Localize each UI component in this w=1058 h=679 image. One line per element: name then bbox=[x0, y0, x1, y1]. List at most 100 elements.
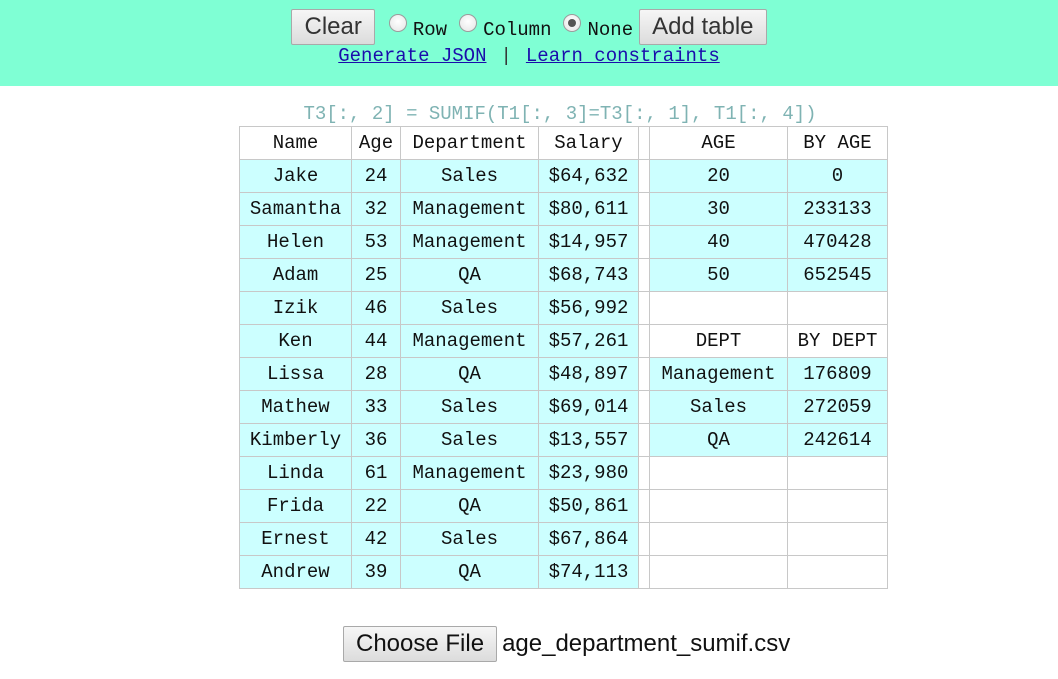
empty-cell[interactable] bbox=[649, 489, 788, 523]
column-header[interactable]: BY AGE bbox=[787, 126, 888, 160]
learn-constraints-link[interactable]: Learn constraints bbox=[526, 45, 720, 67]
table-row: Frida 22 QA $50,861 bbox=[239, 489, 888, 523]
table-cell[interactable]: $74,113 bbox=[538, 555, 639, 589]
table-cell[interactable]: Management bbox=[400, 456, 539, 490]
radio-row-circle[interactable] bbox=[388, 14, 407, 32]
table-cell[interactable]: Andrew bbox=[239, 555, 352, 589]
column-header[interactable]: Salary bbox=[538, 126, 639, 160]
table-row: Ken 44 Management $57,261 DEPT BY DEPT bbox=[239, 324, 888, 358]
empty-cell[interactable] bbox=[787, 456, 888, 490]
table-cell[interactable]: Mathew bbox=[239, 390, 352, 424]
table-cell[interactable]: $56,992 bbox=[538, 291, 639, 325]
table-cell[interactable]: 0 bbox=[787, 159, 888, 193]
table-cell[interactable]: Sales bbox=[400, 390, 539, 424]
table-cell[interactable]: 22 bbox=[351, 489, 401, 523]
column-header[interactable]: AGE bbox=[649, 126, 788, 160]
choose-file-button[interactable]: Choose File bbox=[343, 626, 498, 662]
clear-button[interactable]: Clear bbox=[291, 9, 375, 45]
radio-none-circle[interactable] bbox=[563, 14, 582, 32]
table-cell[interactable]: Management bbox=[400, 225, 539, 259]
empty-cell[interactable] bbox=[649, 522, 788, 556]
table-cell[interactable]: Adam bbox=[239, 258, 352, 292]
table-cell[interactable]: 36 bbox=[351, 423, 401, 457]
table-cell[interactable]: 176809 bbox=[787, 357, 888, 391]
column-header[interactable]: Department bbox=[400, 126, 539, 160]
radio-column-circle[interactable] bbox=[459, 14, 478, 32]
table-cell[interactable]: 272059 bbox=[787, 390, 888, 424]
table-cell[interactable]: $48,897 bbox=[538, 357, 639, 391]
table-cell[interactable]: 652545 bbox=[787, 258, 888, 292]
table-cell[interactable]: 470428 bbox=[787, 225, 888, 259]
table-cell[interactable]: 28 bbox=[351, 357, 401, 391]
table-cell[interactable]: Sales bbox=[400, 159, 539, 193]
table-cell[interactable]: Kimberly bbox=[239, 423, 352, 457]
table-cell[interactable]: 24 bbox=[351, 159, 401, 193]
table-cell[interactable]: Sales bbox=[649, 390, 788, 424]
table-cell[interactable]: $69,014 bbox=[538, 390, 639, 424]
table-cell[interactable]: Sales bbox=[400, 522, 539, 556]
table-cell[interactable]: $50,861 bbox=[538, 489, 639, 523]
generate-json-link[interactable]: Generate JSON bbox=[338, 45, 486, 67]
table-cell[interactable]: 233133 bbox=[787, 192, 888, 226]
table-cell[interactable]: $14,957 bbox=[538, 225, 639, 259]
table-cell[interactable]: 33 bbox=[351, 390, 401, 424]
table-cell[interactable]: 42 bbox=[351, 522, 401, 556]
table-cell[interactable]: 50 bbox=[649, 258, 788, 292]
table-row: Linda 61 Management $23,980 bbox=[239, 456, 888, 490]
table-cell[interactable]: Ernest bbox=[239, 522, 352, 556]
table-cell[interactable]: QA bbox=[400, 258, 539, 292]
table-cell[interactable]: 32 bbox=[351, 192, 401, 226]
table-cell[interactable]: 20 bbox=[649, 159, 788, 193]
table-cell[interactable]: 39 bbox=[351, 555, 401, 589]
table-cell[interactable]: 61 bbox=[351, 456, 401, 490]
table-cell[interactable]: $80,611 bbox=[538, 192, 639, 226]
table-cell[interactable]: QA bbox=[400, 357, 539, 391]
table-cell[interactable]: Sales bbox=[400, 291, 539, 325]
table-cell[interactable]: QA bbox=[400, 489, 539, 523]
column-header[interactable]: Name bbox=[239, 126, 352, 160]
table-cell[interactable]: 40 bbox=[649, 225, 788, 259]
empty-cell[interactable] bbox=[787, 555, 888, 589]
table-row: Jake 24 Sales $64,632 20 0 bbox=[239, 159, 888, 193]
table-cell[interactable]: QA bbox=[400, 555, 539, 589]
empty-cell[interactable] bbox=[787, 489, 888, 523]
table-cell[interactable]: Management bbox=[400, 324, 539, 358]
radio-row[interactable]: Row bbox=[388, 13, 447, 41]
table-cell[interactable]: $64,632 bbox=[538, 159, 639, 193]
table-cell[interactable]: Sales bbox=[400, 423, 539, 457]
table-cell[interactable]: $68,743 bbox=[538, 258, 639, 292]
table-cell[interactable]: 53 bbox=[351, 225, 401, 259]
table-cell[interactable]: 46 bbox=[351, 291, 401, 325]
table-cell[interactable]: Frida bbox=[239, 489, 352, 523]
table-cell[interactable]: Ken bbox=[239, 324, 352, 358]
radio-column[interactable]: Column bbox=[459, 13, 551, 41]
empty-cell[interactable] bbox=[649, 555, 788, 589]
table-cell[interactable]: $23,980 bbox=[538, 456, 639, 490]
empty-cell[interactable] bbox=[649, 291, 788, 325]
table-cell[interactable]: $57,261 bbox=[538, 324, 639, 358]
table-cell[interactable]: 30 bbox=[649, 192, 788, 226]
column-header[interactable]: BY DEPT bbox=[787, 324, 888, 358]
table-cell[interactable]: 242614 bbox=[787, 423, 888, 457]
table-cell[interactable]: Lissa bbox=[239, 357, 352, 391]
table-cell[interactable]: $13,557 bbox=[538, 423, 639, 457]
table-cell[interactable]: 44 bbox=[351, 324, 401, 358]
empty-cell[interactable] bbox=[649, 456, 788, 490]
table-cell[interactable]: Management bbox=[649, 357, 788, 391]
empty-cell[interactable] bbox=[787, 291, 888, 325]
add-table-button[interactable]: Add table bbox=[639, 9, 767, 45]
table-cell[interactable]: Izik bbox=[239, 291, 352, 325]
radio-none[interactable]: None bbox=[563, 13, 633, 41]
table-cell[interactable]: 25 bbox=[351, 258, 401, 292]
table-cell[interactable]: QA bbox=[649, 423, 788, 457]
column-header[interactable]: Age bbox=[351, 126, 401, 160]
empty-cell[interactable] bbox=[787, 522, 888, 556]
column-header[interactable]: DEPT bbox=[649, 324, 788, 358]
table-cell[interactable]: Samantha bbox=[239, 192, 352, 226]
table-cell[interactable]: Jake bbox=[239, 159, 352, 193]
table-row: Helen 53 Management $14,957 40 470428 bbox=[239, 225, 888, 259]
table-cell[interactable]: $67,864 bbox=[538, 522, 639, 556]
table-cell[interactable]: Helen bbox=[239, 225, 352, 259]
table-cell[interactable]: Linda bbox=[239, 456, 352, 490]
table-cell[interactable]: Management bbox=[400, 192, 539, 226]
